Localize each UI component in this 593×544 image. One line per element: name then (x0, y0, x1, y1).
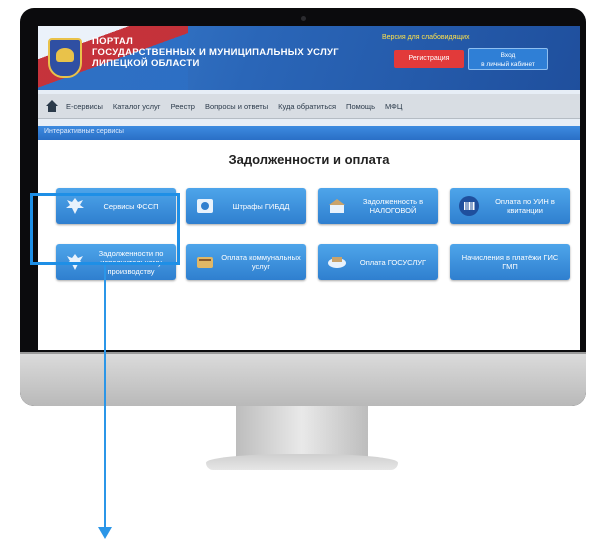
nav-item-faq[interactable]: Вопросы и ответы (205, 102, 268, 111)
highlight-box (30, 193, 180, 265)
monitor-stand-base (206, 454, 398, 470)
service-button-utilities[interactable]: Оплата коммунальных услуг (186, 244, 306, 280)
service-button-gis-gmp[interactable]: Начисления в платёжи ГИС ГМП (450, 244, 570, 280)
low-vision-link[interactable]: Версия для слабовидящих (382, 34, 470, 41)
nav-item-registry[interactable]: Реестр (171, 102, 195, 111)
service-label: Задолженность в НАЛОГОВОЙ (362, 197, 424, 215)
portal-title[interactable]: ПОРТАЛ ГОСУДАРСТВЕННЫХ И МУНИЦИПАЛЬНЫХ У… (92, 36, 392, 69)
nav-item-help[interactable]: Помощь (346, 102, 375, 111)
screen: ПОРТАЛ ГОСУДАРСТВЕННЫХ И МУНИЦИПАЛЬНЫХ У… (38, 26, 580, 350)
traffic-police-icon (197, 199, 213, 213)
portal-title-line2: ГОСУДАРСТВЕННЫХ И МУНИЦИПАЛЬНЫХ УСЛУГ (92, 47, 339, 58)
nav-item-e-services[interactable]: Е-сервисы (66, 102, 103, 111)
service-label: Штрафы ГИБДД (232, 201, 290, 211)
site-header: ПОРТАЛ ГОСУДАРСТВЕННЫХ И МУНИЦИПАЛЬНЫХ У… (38, 26, 580, 90)
coat-of-arms-icon (48, 38, 82, 78)
utilities-icon (197, 257, 213, 268)
webcam-icon (301, 16, 306, 21)
coat-of-arms-emblem (56, 48, 74, 62)
nav-item-where-to-go[interactable]: Куда обратиться (278, 102, 336, 111)
service-label: Начисления в платёжи ГИС ГМП (461, 253, 559, 271)
main-nav: Е-сервисы Каталог услуг Реестр Вопросы и… (38, 94, 580, 119)
breadcrumb[interactable]: Интерактивные сервисы (44, 128, 124, 135)
portal-title-line1: ПОРТАЛ (92, 36, 134, 47)
barcode-icon (459, 196, 479, 216)
arrow-down-icon (98, 527, 112, 539)
pointer-arrow-line (104, 265, 106, 529)
page-title: Задолженности и оплата (228, 152, 390, 167)
login-button[interactable]: Вход в личный кабинет (468, 48, 548, 70)
service-label: Оплата ГОСУСЛУГ (359, 257, 427, 267)
section-bar: Интерактивные сервисы (38, 126, 580, 140)
service-label: Оплата по УИН в квитанции (495, 197, 555, 215)
login-label-line1: Вход (500, 52, 516, 59)
home-icon[interactable] (44, 98, 60, 114)
monitor-stand (236, 406, 368, 458)
service-label: Оплата коммунальных услуг (221, 253, 301, 271)
service-button-uin-payment[interactable]: Оплата по УИН в квитанции (450, 188, 570, 224)
nav-item-catalog[interactable]: Каталог услуг (113, 102, 161, 111)
service-button-gosuslugi-payment[interactable]: Оплата ГОСУСЛУГ (318, 244, 438, 280)
nav-item-mfc[interactable]: МФЦ (385, 102, 402, 111)
tax-office-icon (329, 199, 345, 213)
service-button-tax-debt[interactable]: Задолженность в НАЛОГОВОЙ (318, 188, 438, 224)
payment-icon (328, 257, 346, 268)
portal-title-line3: ЛИПЕЦКОЙ ОБЛАСТИ (92, 58, 200, 69)
login-label-line2: в личный кабинет (481, 61, 535, 68)
service-button-gibdd-fines[interactable]: Штрафы ГИБДД (186, 188, 306, 224)
register-button[interactable]: Регистрация (394, 50, 464, 68)
